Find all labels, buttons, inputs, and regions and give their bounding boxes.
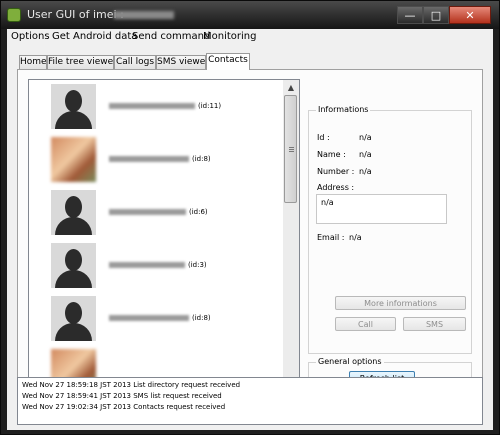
redacted-imei <box>114 11 174 19</box>
general-options-title: General options <box>316 357 384 366</box>
list-item[interactable]: (id:11) <box>42 84 282 134</box>
contact-name: (id:8) <box>109 155 211 163</box>
list-item[interactable]: (id:6) <box>42 190 282 240</box>
avatar <box>51 296 96 341</box>
menu-get-android-data[interactable]: Get Android data <box>52 31 137 42</box>
list-item[interactable]: (id:8) <box>42 137 282 187</box>
informations-group: Informations Id : n/a Name : n/a Number … <box>308 105 472 354</box>
avatar <box>51 190 96 235</box>
avatar <box>51 84 96 129</box>
more-informations-button[interactable]: More informations <box>335 296 466 310</box>
tab-call-logs[interactable]: Call logs <box>114 55 156 69</box>
menu-bar: Options Get Android data Send command Mo… <box>7 29 493 46</box>
log-line: Wed Nov 27 18:59:18 JST 2013 List direct… <box>22 381 241 389</box>
contact-id: (id:6) <box>189 208 208 216</box>
number-value: n/a <box>359 167 372 176</box>
silhouette-icon <box>65 302 82 324</box>
minimize-button[interactable]: — <box>397 6 423 24</box>
email-label: Email : <box>317 233 345 242</box>
list-item[interactable]: (id:3) <box>42 243 282 293</box>
close-button[interactable]: ✕ <box>449 6 491 24</box>
log-line: Wed Nov 27 19:02:34 JST 2013 Contacts re… <box>22 403 226 411</box>
contact-list-scrollbar[interactable]: ▲ ▼ <box>283 80 299 390</box>
sms-button[interactable]: SMS <box>403 317 466 331</box>
name-label: Name : <box>317 150 346 159</box>
menu-options[interactable]: Options <box>11 31 50 42</box>
contact-name: (id:6) <box>109 208 208 216</box>
informations-title: Informations <box>316 105 371 114</box>
contact-name: (id:11) <box>109 102 221 110</box>
silhouette-icon <box>65 249 82 271</box>
contact-id: (id:3) <box>188 261 207 269</box>
name-value: n/a <box>359 150 372 159</box>
contact-list[interactable]: (id:11) (id:8) (id:6) (id:3) (id:8) ▲ <box>28 79 300 391</box>
tab-contacts[interactable]: Contacts <box>206 53 250 70</box>
contact-name: (id:8) <box>109 314 211 322</box>
contact-id: (id:8) <box>192 314 211 322</box>
tab-file-tree-viewer[interactable]: File tree viewer <box>47 55 117 69</box>
number-label: Number : <box>317 167 355 176</box>
id-label: Id : <box>317 133 330 142</box>
list-item[interactable]: (id:8) <box>42 296 282 346</box>
window-title: User GUI of imei : <box>27 8 124 21</box>
tab-home[interactable]: Home <box>19 55 47 69</box>
email-value: n/a <box>349 233 362 242</box>
menu-send-command[interactable]: Send command <box>132 31 210 42</box>
log-area[interactable]: Wed Nov 27 18:59:18 JST 2013 List direct… <box>17 377 483 425</box>
address-label: Address : <box>317 183 355 192</box>
contact-name: (id:3) <box>109 261 207 269</box>
contact-id: (id:11) <box>198 102 222 110</box>
app-window: User GUI of imei : — □ ✕ Options Get And… <box>0 0 500 435</box>
title-bar[interactable]: User GUI of imei : — □ ✕ <box>1 1 499 29</box>
client-area: Options Get Android data Send command Mo… <box>7 29 493 430</box>
scroll-thumb[interactable] <box>284 95 297 203</box>
menu-monitoring[interactable]: Monitoring <box>203 31 256 42</box>
scroll-up-arrow-icon[interactable]: ▲ <box>283 80 299 94</box>
contact-id: (id:8) <box>192 155 211 163</box>
silhouette-icon <box>65 196 82 218</box>
tab-sms-viewer[interactable]: SMS viewer <box>156 55 209 69</box>
call-button[interactable]: Call <box>335 317 396 331</box>
id-value: n/a <box>359 133 372 142</box>
avatar <box>51 243 96 288</box>
window-controls: — □ ✕ <box>397 6 491 25</box>
android-app-icon <box>7 8 21 22</box>
maximize-button[interactable]: □ <box>423 6 449 24</box>
silhouette-icon <box>65 90 82 112</box>
avatar <box>51 137 96 182</box>
contacts-panel: (id:11) (id:8) (id:6) (id:3) (id:8) ▲ In… <box>17 69 483 395</box>
log-line: Wed Nov 27 18:59:41 JST 2013 SMS list re… <box>22 392 222 400</box>
address-field[interactable]: n/a <box>316 194 447 224</box>
